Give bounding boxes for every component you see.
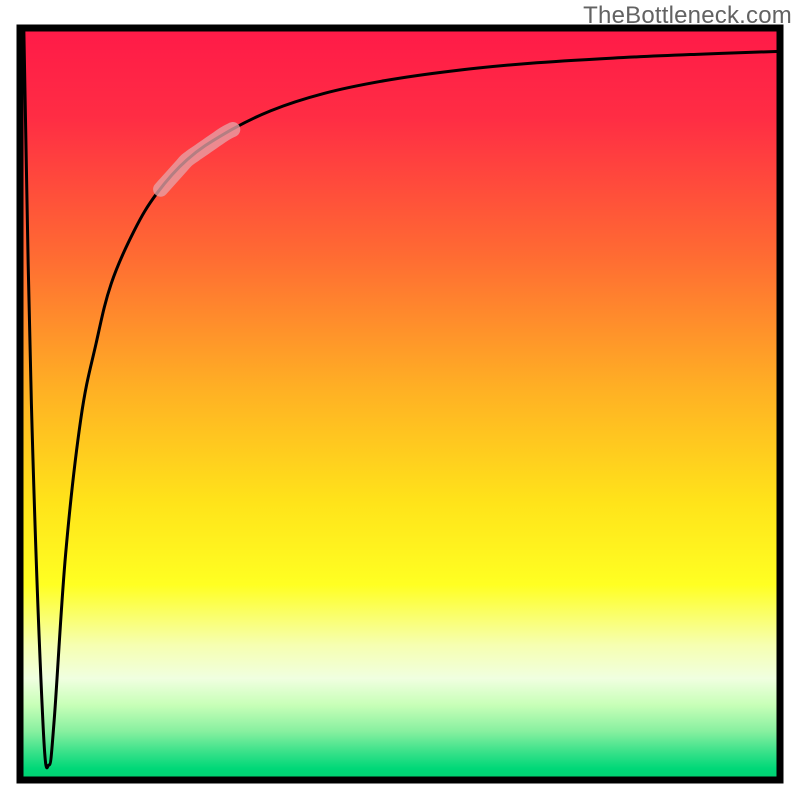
gradient-fill <box>20 28 780 780</box>
watermark-text: TheBottleneck.com <box>583 2 792 30</box>
bottleneck-chart <box>0 0 800 800</box>
